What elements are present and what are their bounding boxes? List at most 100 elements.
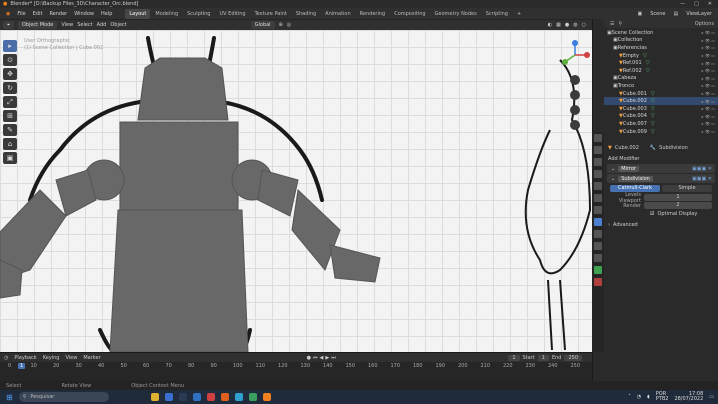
end-frame-input[interactable]: 250	[564, 354, 582, 361]
navigation-gizmo[interactable]	[560, 40, 590, 140]
add-workspace-icon[interactable]: +	[513, 9, 525, 19]
outliner-row[interactable]: ▣ Referencias ▸ 👁 ▭	[604, 44, 718, 52]
jump-start-icon[interactable]: ⏮	[313, 355, 318, 361]
tab-scripting[interactable]: Scripting	[482, 9, 512, 19]
tool-tab-icon[interactable]	[594, 134, 602, 142]
rotate-tool-icon[interactable]: ↻	[3, 82, 17, 94]
visibility-icons[interactable]: ▸ 👁 ▭	[702, 121, 715, 126]
select-menu[interactable]: Select	[77, 22, 92, 28]
start-frame-input[interactable]: 1	[537, 354, 549, 361]
visibility-icons[interactable]: ▸ 👁 ▭	[702, 68, 715, 73]
chrome-icon[interactable]	[248, 393, 257, 401]
editor-type-icon[interactable]: ⌖	[3, 21, 14, 29]
notification-icon[interactable]: ▭	[709, 394, 714, 400]
object-tab-icon[interactable]	[594, 206, 602, 214]
outliner-row[interactable]: ▼ Cube.004 ▽ ▸ 👁 ▭	[604, 113, 718, 121]
render-levels-input[interactable]: 2	[644, 202, 712, 209]
tab-compositing[interactable]: Compositing	[390, 9, 429, 19]
scene-tab-icon[interactable]	[594, 182, 602, 190]
tab-geometry-nodes[interactable]: Geometry Nodes	[431, 9, 481, 19]
view-layer-tab-icon[interactable]	[594, 170, 602, 178]
output-tab-icon[interactable]	[594, 158, 602, 166]
visibility-icons[interactable]: ▸ 👁 ▭	[702, 83, 715, 88]
scene-icon[interactable]: ▣	[637, 11, 642, 17]
visibility-icons[interactable]: ▸ 👁 ▭	[702, 114, 715, 119]
visibility-icons[interactable]: ▸ 👁 ▭	[702, 106, 715, 111]
windows-start-icon[interactable]: ⊞	[6, 393, 13, 402]
modifier-visibility-icons[interactable]: ▣▣▣ ✕	[692, 176, 715, 182]
outliner-row[interactable]: ▼ Cube.002 ▽ ▸ 👁 ▭	[604, 97, 718, 105]
xray-icon[interactable]: ▦	[556, 22, 561, 28]
tab-shading[interactable]: Shading	[292, 9, 320, 19]
marker-menu[interactable]: Marker	[83, 355, 100, 361]
outliner-row[interactable]: ▣ Cabeza ▸ 👁 ▭	[604, 75, 718, 83]
visibility-icons[interactable]: ▸ 👁 ▭	[702, 99, 715, 104]
outliner-row[interactable]: ▣ Tronco ▸ 👁 ▭	[604, 82, 718, 90]
constraints-tab-icon[interactable]	[594, 254, 602, 262]
view-menu-timeline[interactable]: View	[65, 355, 77, 361]
visibility-icons[interactable]: ▸ 👁 ▭	[702, 38, 715, 43]
object-menu[interactable]: Object	[110, 22, 126, 28]
shading-solid-icon[interactable]: ●	[565, 22, 569, 28]
outliner-filter-icon[interactable]: ⚲	[618, 21, 622, 27]
add-modifier-button[interactable]: Add Modifier	[604, 154, 718, 163]
scale-tool-icon[interactable]: ⤢	[3, 96, 17, 108]
render-tab-icon[interactable]	[594, 146, 602, 154]
app-icon[interactable]	[206, 393, 215, 401]
menu-render[interactable]: Render	[46, 10, 70, 18]
data-tab-icon[interactable]	[594, 266, 602, 274]
outliner-row[interactable]: ▣ Collection ▸ 👁 ▭	[604, 37, 718, 45]
outliner-row[interactable]: ▼ Cube.009 ▽ ▸ 👁 ▭	[604, 128, 718, 136]
snap-icon[interactable]: ⊕	[279, 22, 283, 28]
visibility-icons[interactable]: ▸ 👁 ▭	[702, 91, 715, 96]
close-icon[interactable]: ✕	[708, 1, 712, 7]
modifier-subdivision-name[interactable]: Subdivision	[618, 175, 653, 182]
physics-tab-icon[interactable]	[594, 242, 602, 250]
modifier-mirror-name[interactable]: Mirror	[618, 165, 639, 172]
shading-material-icon[interactable]: ◍	[573, 22, 577, 28]
tab-animation[interactable]: Animation	[321, 9, 355, 19]
overlay-icon[interactable]: ◐	[548, 22, 552, 28]
taskbar-search[interactable]: ⚲ Pesquisar	[18, 392, 109, 402]
visibility-icons[interactable]: ▸ 👁 ▭	[702, 129, 715, 134]
tab-uv-editing[interactable]: UV Editing	[215, 9, 249, 19]
transform-tool-icon[interactable]: ⊞	[3, 110, 17, 122]
simple-button[interactable]: Simple	[662, 185, 712, 192]
modifier-mirror[interactable]: ⌄ Mirror ▣▣▣ ✕	[607, 164, 715, 173]
tab-sculpting[interactable]: Sculpting	[183, 9, 214, 19]
tab-texture-paint[interactable]: Texture Paint	[251, 9, 291, 19]
view-menu[interactable]: View	[61, 22, 73, 28]
timeline-ruler[interactable]: 1 0 10 20 30 40 50 60 70 80 90 100 110 120 130 140 150 16…	[0, 362, 592, 371]
visibility-icons[interactable]: ▸ 👁 ▭	[702, 61, 715, 66]
levels-viewport-input[interactable]: 1	[644, 194, 712, 201]
select-box-tool-icon[interactable]: ▸	[3, 40, 17, 52]
tab-layout[interactable]: Layout	[125, 8, 151, 19]
shading-rendered-icon[interactable]: ○	[582, 22, 586, 28]
cursor-tool-icon[interactable]: ⊙	[3, 54, 17, 66]
world-tab-icon[interactable]	[594, 194, 602, 202]
material-tab-icon[interactable]	[594, 278, 602, 286]
menu-help[interactable]: Help	[98, 10, 115, 18]
volume-icon[interactable]: ◖	[647, 394, 650, 400]
view-layer-selector[interactable]: ViewLayer	[686, 11, 712, 17]
network-icon[interactable]: ◔	[637, 394, 641, 400]
blender-taskbar-icon[interactable]	[262, 393, 271, 401]
outliner-row[interactable]: ▼ Cube.007 ▽ ▸ 👁 ▭	[604, 120, 718, 128]
outliner-row[interactable]: ▼ Empty ▽ ▸ 👁 ▭	[604, 52, 718, 60]
scene-selector[interactable]: Scene	[650, 11, 665, 17]
modifier-tab-icon[interactable]	[594, 218, 602, 226]
clock[interactable]: 17:08 28/07/2022	[674, 392, 703, 402]
tab-rendering[interactable]: Rendering	[356, 9, 390, 19]
app-icon[interactable]	[220, 393, 229, 401]
tray-arrow-icon[interactable]: ˄	[628, 394, 631, 400]
maximize-icon[interactable]: □	[694, 1, 699, 7]
jump-end-icon[interactable]: ⏭	[331, 355, 336, 361]
expand-icon[interactable]: ⌄	[611, 176, 615, 182]
move-tool-icon[interactable]: ✥	[3, 68, 17, 80]
record-icon[interactable]: ●	[307, 355, 311, 361]
step-back-icon[interactable]: ◀	[320, 355, 324, 361]
playback-menu[interactable]: Playback	[14, 355, 36, 361]
timeline-editor-icon[interactable]: ◷	[4, 355, 8, 361]
minimize-icon[interactable]: —	[680, 1, 685, 7]
outliner-row[interactable]: ▼ Ref.001 ▽ ▸ 👁 ▭	[604, 59, 718, 67]
